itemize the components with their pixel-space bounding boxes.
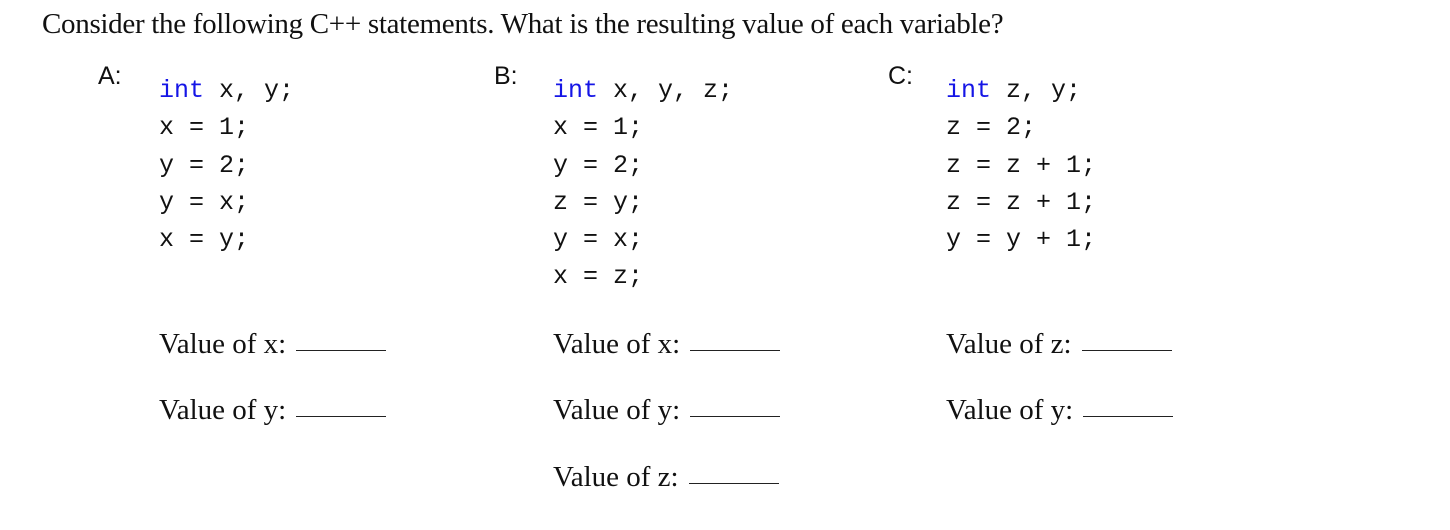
answer-row: Value of y: (553, 394, 781, 427)
answer-label: Value of x: (553, 328, 681, 360)
answer-blank[interactable] (296, 349, 387, 351)
code-line: y = 2; (159, 150, 250, 180)
answer-blank[interactable] (688, 482, 779, 484)
part-label: A: (98, 62, 122, 90)
answer-label: Value of y: (553, 394, 681, 426)
code-line: int x, y; (159, 76, 295, 105)
answer-label: Value of y: (159, 394, 287, 426)
answer-row: Value of y: (159, 394, 387, 427)
code-block: int x, y; x = 1; y = 2; y = x; x = y; (159, 72, 294, 258)
answer-row: Value of x: (159, 328, 387, 361)
keyword: int (553, 76, 599, 105)
part-label: C: (888, 62, 913, 90)
code-line: x = 1; (159, 113, 250, 143)
answer-label: Value of z: (946, 328, 1072, 360)
question-text: Consider the following C++ statements. W… (42, 8, 1004, 40)
code-line: int x, y, z; (553, 76, 734, 105)
code-line: z = y; (553, 187, 644, 217)
code-line: y = y + 1; (946, 225, 1097, 255)
answer-row: Value of z: (946, 328, 1172, 361)
answer-row: Value of y: (946, 394, 1174, 427)
answer-blank[interactable] (1083, 415, 1174, 417)
code-line: z = 2; (946, 113, 1037, 143)
answer-blank[interactable] (690, 415, 781, 417)
code-block: int z, y; z = 2; z = z + 1; z = z + 1; y… (946, 72, 1096, 258)
answer-label: Value of y: (946, 394, 1074, 426)
answer-blank[interactable] (296, 415, 387, 417)
keyword: int (946, 76, 992, 105)
code-line: x = z; (553, 262, 644, 292)
code-line: z = z + 1; (946, 150, 1097, 180)
code-line: z = z + 1; (946, 187, 1097, 217)
keyword: int (159, 76, 205, 105)
answer-blank[interactable] (1081, 349, 1172, 351)
code-line: y = x; (159, 187, 250, 217)
answer-label: Value of x: (159, 328, 287, 360)
code-line: y = 2; (553, 150, 644, 180)
answer-label: Value of z: (553, 461, 679, 493)
code-line: int z, y; (946, 76, 1082, 105)
code-line: x = y; (159, 225, 250, 255)
part-label: B: (494, 62, 518, 90)
answer-row: Value of x: (553, 328, 781, 361)
code-block: int x, y, z; x = 1; y = 2; z = y; y = x;… (553, 72, 733, 296)
answer-blank[interactable] (690, 349, 781, 351)
code-line: y = x; (553, 225, 644, 255)
code-line: x = 1; (553, 113, 644, 143)
answer-row: Value of z: (553, 461, 779, 494)
